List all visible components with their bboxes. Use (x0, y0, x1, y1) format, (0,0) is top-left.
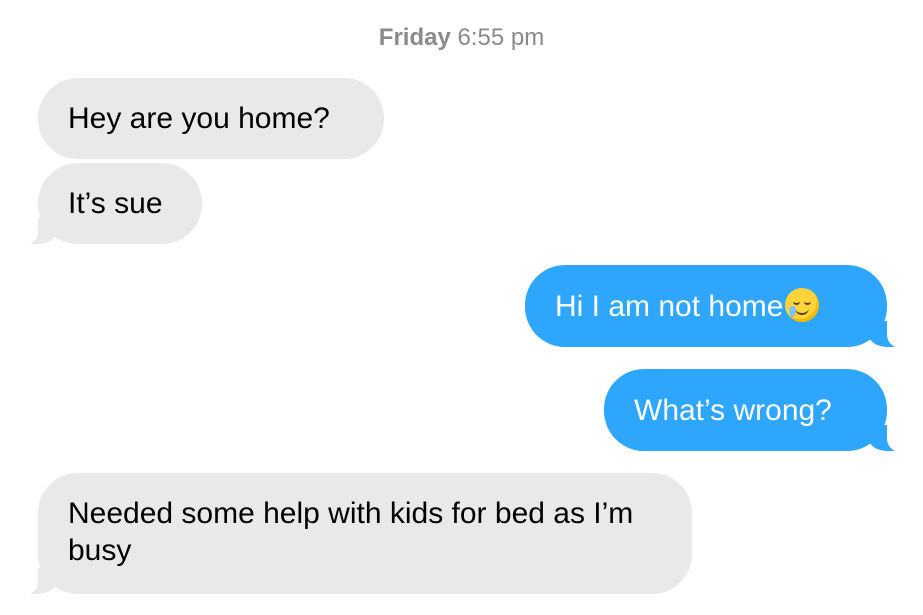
timestamp-time: 6:55 pm (457, 24, 545, 51)
incoming-message-bubble[interactable]: It’s sue (10, 163, 202, 246)
message-thread: Friday 6:55 pm Hey are you home? It’s su… (0, 0, 923, 615)
timestamp-header: Friday 6:55 pm (0, 24, 923, 52)
incoming-message-bubble[interactable]: Needed some help with kids for bed as I’… (10, 473, 692, 596)
outgoing-message-bubble[interactable]: What’s wrong? (604, 369, 915, 453)
message-text: What’s wrong? (634, 394, 832, 427)
smiling-face-with-tear-icon (785, 288, 820, 322)
message-text: Hi I am not home (555, 290, 784, 323)
message-text: It’s sue (68, 187, 163, 220)
message-text: Hey are you home? (68, 102, 330, 135)
outgoing-message-bubble[interactable]: Hi I am not home (525, 265, 915, 349)
message-text: Needed some help with kids for bed as I’… (68, 497, 634, 567)
timestamp-day: Friday (378, 24, 451, 51)
incoming-message-bubble[interactable]: Hey are you home? (38, 78, 384, 159)
